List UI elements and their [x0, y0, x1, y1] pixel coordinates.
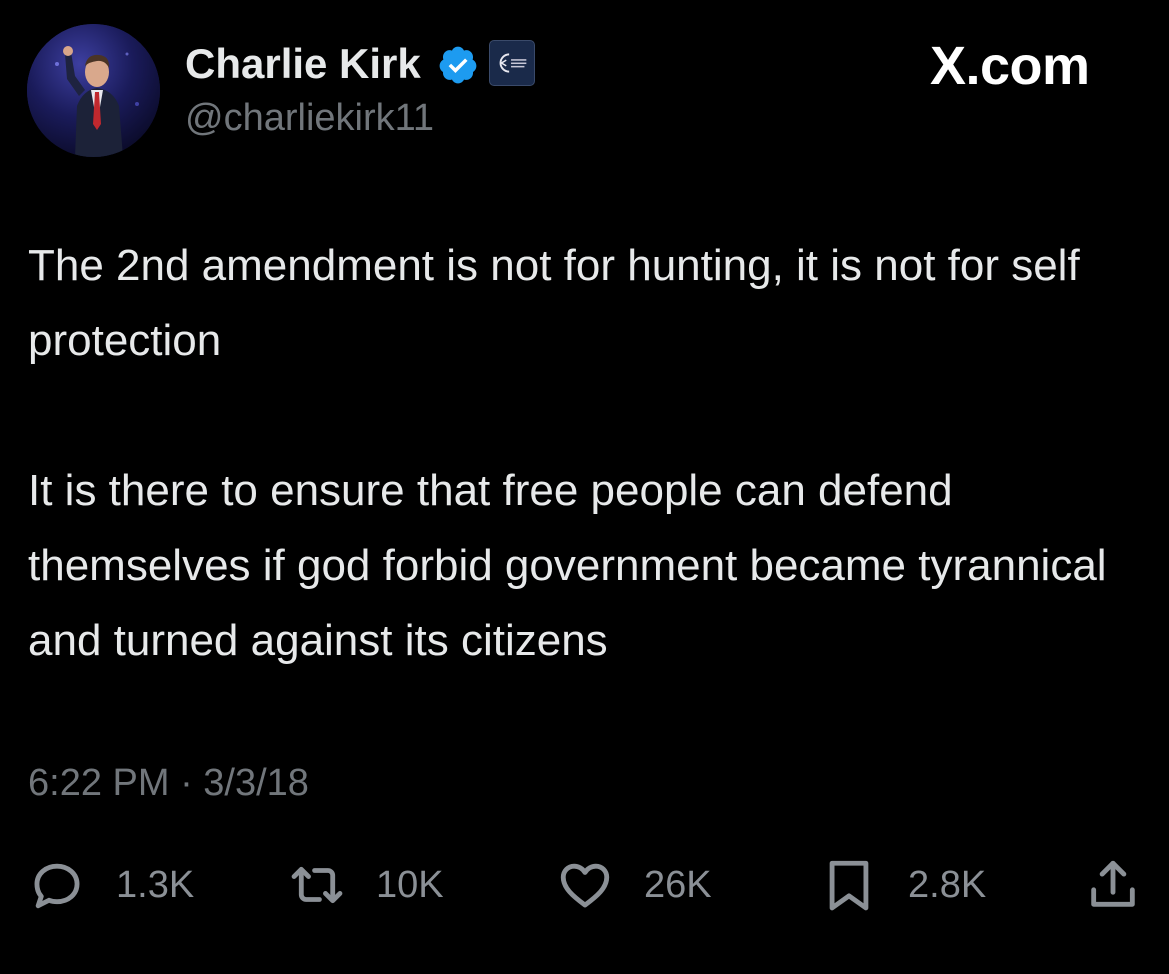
reply-button[interactable]: 1.3K: [28, 850, 194, 920]
avatar[interactable]: [27, 24, 160, 157]
like-count: 26K: [644, 863, 712, 906]
action-bar: 1.3K 10K 26K 2.8K: [0, 850, 1169, 920]
verified-badge-icon[interactable]: [437, 44, 479, 86]
bookmark-icon: [829, 860, 869, 911]
tweet-timestamp[interactable]: 6:22 PM · 3/3/18: [28, 760, 309, 806]
bookmark-button[interactable]: 2.8K: [820, 850, 986, 920]
like-button[interactable]: 26K: [556, 850, 712, 920]
display-name[interactable]: Charlie Kirk: [185, 38, 421, 90]
tweet-paragraph: It is there to ensure that free people c…: [28, 466, 1107, 665]
share-button[interactable]: [1084, 850, 1142, 920]
reply-count: 1.3K: [116, 863, 195, 906]
reply-icon: [34, 863, 80, 909]
like-icon: [560, 863, 610, 908]
user-handle[interactable]: @charliekirk11: [185, 94, 434, 142]
bookmark-count: 2.8K: [908, 863, 987, 906]
tweet-paragraph: The 2nd amendment is not for hunting, it…: [28, 241, 1080, 365]
repost-button[interactable]: 10K: [288, 850, 444, 920]
tweet-body: The 2nd amendment is not for hunting, it…: [28, 228, 1148, 678]
site-watermark: X.com: [930, 36, 1090, 96]
repost-count: 10K: [376, 863, 444, 906]
repost-icon: [291, 866, 343, 904]
organization-badge-icon[interactable]: [489, 40, 535, 86]
avatar-image: [27, 24, 160, 157]
share-icon: [1091, 860, 1135, 907]
